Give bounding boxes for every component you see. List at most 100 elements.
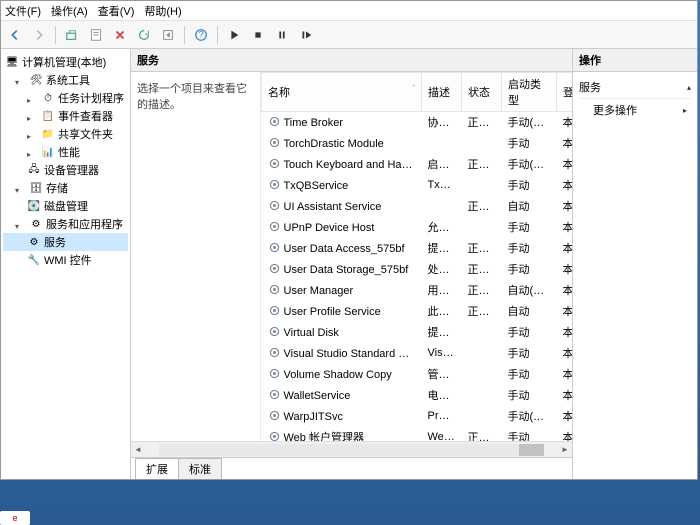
service-row[interactable]: Virtual Disk提供...手动本 (262, 322, 573, 343)
gear-icon (268, 369, 284, 381)
service-row[interactable]: Visual Studio Standard Coll...Visu...手动本 (262, 343, 573, 364)
service-desc: 协调... (422, 112, 462, 133)
menu-action[interactable]: 操作(A) (51, 3, 88, 18)
service-startup: 手动 (502, 385, 557, 406)
service-name: Touch Keyboard and Hand... (284, 159, 422, 171)
service-status (462, 217, 502, 238)
actions-pane: 操作 服务▴ 更多操作▸ (573, 49, 697, 479)
tree-label: 性能 (58, 144, 80, 160)
service-row[interactable]: UPnP Device Host允许...手动本 (262, 217, 573, 238)
actions-heading-services[interactable]: 服务▴ (579, 76, 691, 99)
tree-services[interactable]: ⚙服务 (3, 233, 128, 251)
properties-button[interactable] (85, 24, 107, 46)
service-row[interactable]: Time Broker协调...正在...手动(触发...本 (262, 112, 573, 133)
service-name: User Profile Service (284, 306, 381, 318)
service-startup: 手动 (502, 343, 557, 364)
menu-help[interactable]: 帮助(H) (144, 3, 181, 18)
center-body: 选择一个项目来查看它的描述。 名称 ˇ 描述 状态 启动类型 登 Time Br… (131, 72, 572, 441)
menu-view[interactable]: 查看(V) (98, 3, 135, 18)
service-name: TxQBService (284, 180, 349, 192)
col-desc-header[interactable]: 描述 (422, 73, 462, 112)
perf-icon: 📊 (41, 145, 55, 159)
gear-icon (268, 432, 284, 441)
apps-icon: ⚙ (29, 217, 43, 231)
tree-storage[interactable]: 🗄存储 (3, 179, 128, 197)
gear-icon (268, 264, 284, 276)
tree-disk-management[interactable]: 💽磁盘管理 (3, 197, 128, 215)
service-row[interactable]: User Data Access_575bf提供...正在...手动本 (262, 238, 573, 259)
col-startup-header[interactable]: 启动类型 (502, 73, 557, 112)
caret-icon (15, 76, 24, 85)
tree-task-scheduler[interactable]: ⏱任务计划程序 (3, 89, 128, 107)
service-row[interactable]: Volume Shadow Copy管理...手动本 (262, 364, 573, 385)
service-logon: 本 (557, 427, 573, 442)
center-pane: 服务 选择一个项目来查看它的描述。 名称 ˇ 描述 状态 启动类型 登 Time… (131, 49, 573, 479)
service-row[interactable]: Touch Keyboard and Hand...启用...正在...手动(触… (262, 154, 573, 175)
up-triangle-icon: ▴ (687, 83, 691, 92)
service-row[interactable]: WarpJITSvcProvi...手动(触发...本 (262, 406, 573, 427)
tree-event-viewer[interactable]: 📋事件查看器 (3, 107, 128, 125)
col-logon-header[interactable]: 登 (557, 73, 573, 112)
help-button[interactable]: ? (190, 24, 212, 46)
tree-label: 存储 (46, 180, 68, 196)
service-startup: 手动 (502, 322, 557, 343)
service-startup: 手动 (502, 427, 557, 442)
services-list-wrap[interactable]: 名称 ˇ 描述 状态 启动类型 登 Time Broker协调...正在...手… (261, 72, 572, 441)
service-desc: 启用... (422, 154, 462, 175)
service-status: 正在... (462, 196, 502, 217)
device-icon: 🖧 (27, 163, 41, 177)
service-logon: 本 (557, 196, 573, 217)
service-status: 正在... (462, 427, 502, 442)
caret-icon (15, 220, 24, 229)
restart-button[interactable] (295, 24, 317, 46)
gear-icon (268, 285, 284, 297)
col-name-header[interactable]: 名称 ˇ (262, 73, 422, 112)
tree-services-apps[interactable]: ⚙服务和应用程序 (3, 215, 128, 233)
svg-text:?: ? (198, 29, 203, 40)
pause-button[interactable] (271, 24, 293, 46)
service-row[interactable]: TorchDrastic Module手动本 (262, 133, 573, 154)
tree-pane[interactable]: 🖥计算机管理(本地) 🛠系统工具 ⏱任务计划程序 📋事件查看器 📁共享文件夹 📊… (1, 49, 131, 479)
tab-standard[interactable]: 标准 (178, 458, 222, 479)
tab-extended[interactable]: 扩展 (135, 458, 179, 479)
scroll-right-arrow[interactable]: ► (558, 443, 572, 457)
service-row[interactable]: TxQBServiceTxQ...手动本 (262, 175, 573, 196)
service-row[interactable]: User Profile Service此服...正在...自动本 (262, 301, 573, 322)
service-logon: 本 (557, 133, 573, 154)
tree-shared-folders[interactable]: 📁共享文件夹 (3, 125, 128, 143)
stop-button[interactable] (247, 24, 269, 46)
service-row[interactable]: User Manager用户...正在...自动(触发...本 (262, 280, 573, 301)
back-button[interactable] (4, 24, 26, 46)
tree-system-tools[interactable]: 🛠系统工具 (3, 71, 128, 89)
col-status-header[interactable]: 状态 (462, 73, 502, 112)
tree-root[interactable]: 🖥计算机管理(本地) (3, 53, 128, 71)
start-button[interactable] (223, 24, 245, 46)
tree-device-manager[interactable]: 🖧设备管理器 (3, 161, 128, 179)
refresh-button[interactable] (133, 24, 155, 46)
menubar: 文件(F) 操作(A) 查看(V) 帮助(H) (1, 1, 697, 21)
tree-performance[interactable]: 📊性能 (3, 143, 128, 161)
service-status: 正在... (462, 259, 502, 280)
caret-icon (27, 130, 36, 139)
up-button[interactable] (61, 24, 83, 46)
gear-icon (268, 243, 284, 255)
export-button[interactable] (157, 24, 179, 46)
menu-file[interactable]: 文件(F) (5, 3, 41, 18)
share-icon: 📁 (41, 127, 55, 141)
tree-wmi[interactable]: 🔧WMI 控件 (3, 251, 128, 269)
service-name: TorchDrastic Module (284, 138, 384, 150)
delete-button[interactable] (109, 24, 131, 46)
service-row[interactable]: WalletService电子...手动本 (262, 385, 573, 406)
scrollbar-track[interactable] (159, 444, 544, 456)
service-startup: 手动(触发... (502, 112, 557, 133)
scrollbar-thumb[interactable] (519, 444, 544, 456)
actions-more[interactable]: 更多操作▸ (579, 99, 691, 121)
service-row[interactable]: User Data Storage_575bf处理...正在...手动本 (262, 259, 573, 280)
horizontal-scrollbar[interactable]: ◄ ► (131, 441, 572, 457)
tree-label: 系统工具 (46, 72, 90, 88)
service-row[interactable]: UI Assistant Service正在...自动本 (262, 196, 573, 217)
service-desc: 处理... (422, 259, 462, 280)
service-row[interactable]: Web 帐户管理器Web...正在...手动本 (262, 427, 573, 442)
scroll-left-arrow[interactable]: ◄ (131, 443, 145, 457)
forward-button[interactable] (28, 24, 50, 46)
